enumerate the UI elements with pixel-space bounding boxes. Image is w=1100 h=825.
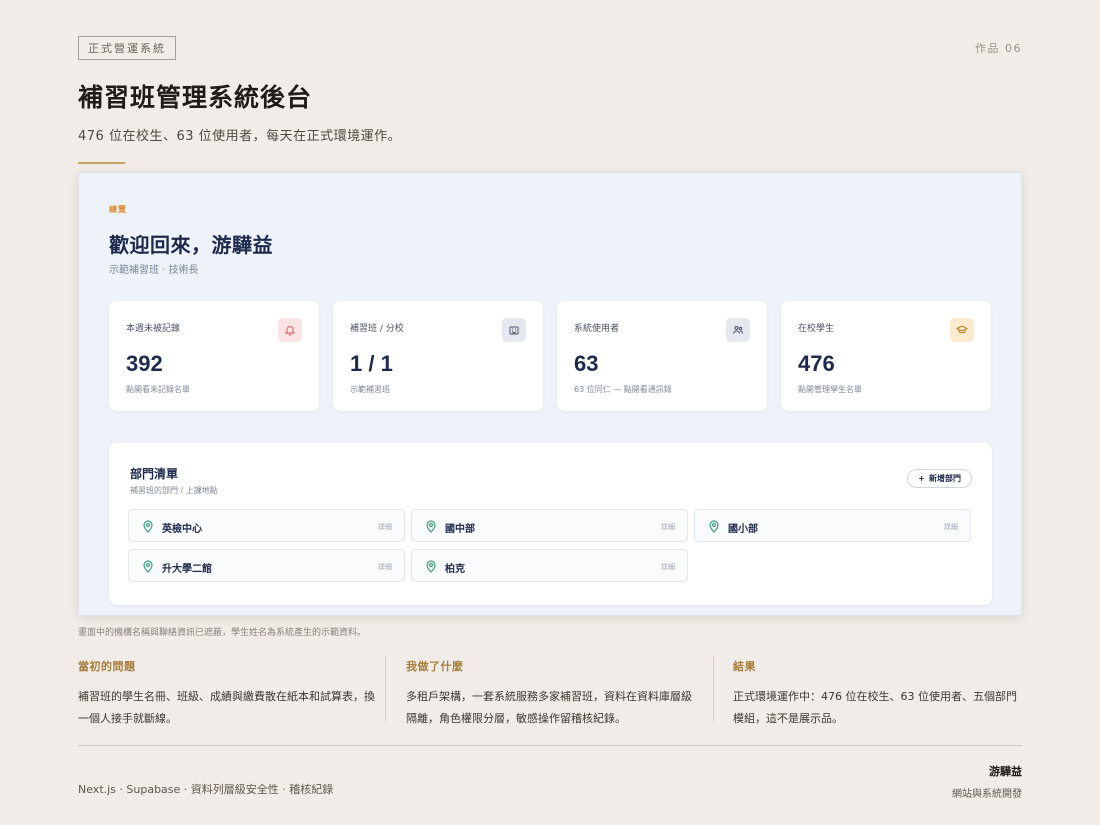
department-list-title: 部門清單	[130, 467, 179, 481]
welcome-heading: 歡迎回來，游驊益	[109, 233, 273, 257]
column-heading: 我做了什麼	[406, 660, 464, 673]
work-number: 作品 06	[975, 42, 1022, 55]
column-problem: 當初的問題 補習班的學生名冊、班級、成績與繳費散在紙本和試算表，換一個人接手就斷…	[78, 658, 378, 730]
department-name: 柏克	[445, 564, 465, 575]
stat-value: 476	[798, 351, 835, 376]
column-divider	[385, 656, 386, 722]
department-detail-link[interactable]: 詳細	[944, 522, 958, 532]
department-item[interactable]: 國中部 詳細	[411, 509, 688, 542]
department-item[interactable]: 英檢中心 詳細	[128, 509, 405, 542]
stat-label: 補習班 / 分校	[350, 324, 404, 334]
page-title: 補習班管理系統後台	[78, 83, 313, 112]
stat-card-users[interactable]: 系統使用者 63 63 位同仁 — 點開看通訊錄	[557, 301, 767, 411]
column-body: 補習班的學生名冊、班級、成績與繳費散在紙本和試算表，換一個人接手就斷線。	[78, 690, 375, 725]
author-name: 游驊益	[989, 765, 1022, 778]
department-detail-link[interactable]: 詳細	[661, 562, 675, 572]
page-subtitle: 476 位在校生、63 位使用者，每天在正式環境運作。	[78, 129, 402, 144]
graduation-cap-icon	[950, 318, 974, 342]
column-heading: 當初的問題	[78, 660, 136, 673]
department-detail-link[interactable]: 詳細	[378, 562, 392, 572]
user-role: 示範補習班 · 技術長	[109, 265, 199, 276]
map-pin-icon	[426, 520, 436, 533]
dashboard-screenshot: 總覽 歡迎回來，游驊益 示範補習班 · 技術長 本週未被記錄 392 點開看未記…	[78, 172, 1022, 616]
case-study-page: 正式營運系統 作品 06 補習班管理系統後台 476 位在校生、63 位使用者，…	[78, 36, 1022, 800]
stat-card-branches[interactable]: 補習班 / 分校 1 / 1 示範補習班	[333, 301, 543, 411]
column-heading: 結果	[733, 660, 756, 673]
department-item[interactable]: 升大學二館 詳細	[128, 549, 405, 582]
map-pin-icon	[143, 520, 153, 533]
department-detail-link[interactable]: 詳細	[378, 522, 392, 532]
department-list-subtitle: 補習班的部門 / 上課地點	[130, 486, 218, 495]
column-body: 多租戶架構，一套系統服務多家補習班，資料在資料庫層級隔離，角色權限分層，敏感操作…	[406, 690, 692, 725]
department-item[interactable]: 國小部 詳細	[694, 509, 971, 542]
author-role: 網站與系統開發	[952, 789, 1022, 800]
department-name: 英檢中心	[162, 524, 202, 535]
plus-icon: +	[918, 474, 925, 483]
stat-value: 1 / 1	[350, 351, 393, 376]
department-name: 國中部	[445, 524, 475, 535]
department-item[interactable]: 柏克 詳細	[411, 549, 688, 582]
map-pin-icon	[426, 560, 436, 573]
stat-card-unrecorded[interactable]: 本週未被記錄 392 點開看未記錄名單	[109, 301, 319, 411]
column-divider	[713, 656, 714, 722]
column-result: 結果 正式環境運作中：476 位在校生、63 位使用者、五個部門模組，這不是展示…	[733, 658, 1022, 730]
add-department-label: 新增部門	[929, 474, 961, 483]
department-list-panel: 部門清單 補習班的部門 / 上課地點 + 新增部門 英檢中心 詳細 國中部 詳細…	[109, 443, 992, 605]
department-name: 升大學二館	[162, 564, 212, 575]
stat-hint: 示範補習班	[350, 385, 390, 394]
column-body: 正式環境運作中：476 位在校生、63 位使用者、五個部門模組，這不是展示品。	[733, 690, 1017, 725]
stat-value: 392	[126, 351, 163, 376]
map-pin-icon	[709, 520, 719, 533]
stat-hint: 點開管理學生名單	[798, 385, 862, 394]
stat-label: 在校學生	[798, 324, 835, 334]
stat-card-students[interactable]: 在校學生 476 點開管理學生名單	[781, 301, 991, 411]
footer-divider	[78, 745, 1022, 746]
department-detail-link[interactable]: 詳細	[661, 522, 675, 532]
screenshot-caption: 畫面中的機構名稱與聯絡資訊已遮蔽，學生姓名為系統產生的示範資料。	[78, 628, 367, 638]
stat-label: 系統使用者	[574, 324, 620, 334]
building-icon	[502, 318, 526, 342]
tech-stack: Next.js · Supabase · 資料列層級安全性 · 稽核紀錄	[78, 783, 334, 796]
status-tag: 正式營運系統	[78, 36, 176, 60]
stat-hint: 點開看未記錄名單	[126, 385, 190, 394]
column-solution: 我做了什麼 多租戶架構，一套系統服務多家補習班，資料在資料庫層級隔離，角色權限分…	[406, 658, 696, 730]
stat-label: 本週未被記錄	[126, 324, 181, 334]
bell-icon	[278, 318, 302, 342]
accent-rule	[78, 162, 125, 164]
overview-kicker: 總覽	[109, 205, 127, 214]
map-pin-icon	[143, 560, 153, 573]
users-icon	[726, 318, 750, 342]
author-block: 游驊益 網站與系統開發	[952, 763, 1022, 800]
add-department-button[interactable]: + 新增部門	[907, 469, 972, 488]
stat-hint: 63 位同仁 — 點開看通訊錄	[574, 385, 672, 394]
stat-value: 63	[574, 351, 599, 376]
department-name: 國小部	[728, 524, 758, 535]
